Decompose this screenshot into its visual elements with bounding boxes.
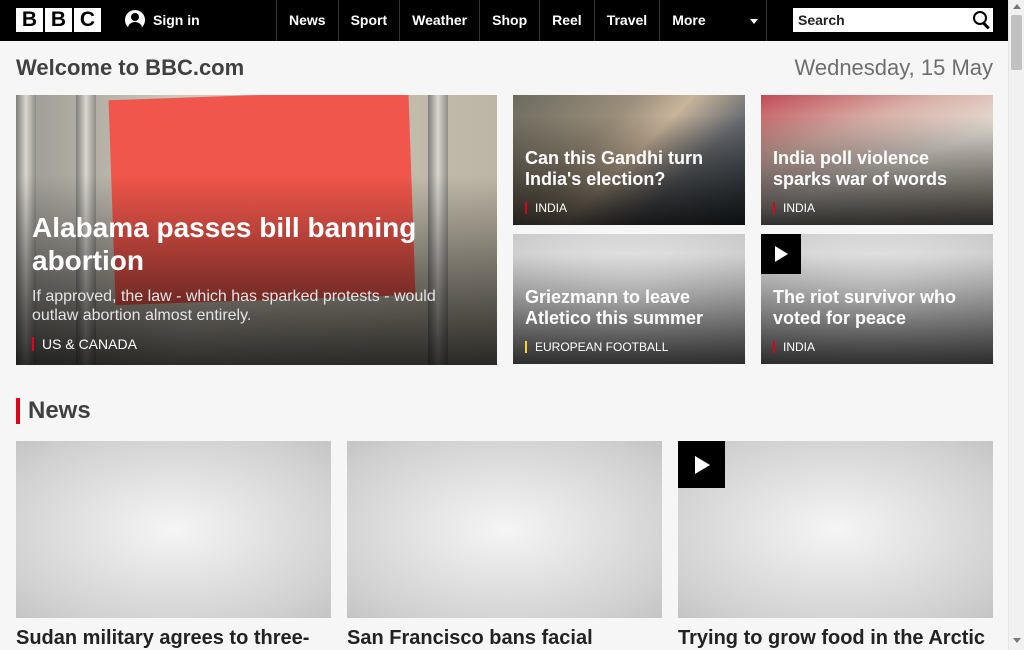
nav-weather[interactable]: Weather [399, 0, 479, 41]
scroll-up-arrow-icon[interactable] [1013, 4, 1021, 9]
user-icon [125, 10, 145, 30]
story-section-tag[interactable]: INDIA [773, 341, 815, 353]
news-image[interactable] [678, 441, 993, 618]
search-box[interactable]: Search [793, 8, 993, 32]
nav-divider [766, 0, 768, 41]
news-card[interactable]: Sudan military agrees to three- [16, 441, 331, 649]
nav-news[interactable]: News [276, 0, 338, 41]
news-headline[interactable]: Sudan military agrees to three- [16, 627, 331, 649]
story-section-tag[interactable]: INDIA [773, 202, 815, 214]
story-headline[interactable]: Can this Gandhi turn India's election? [525, 148, 740, 190]
story-card[interactable]: Can this Gandhi turn India's election? I… [513, 95, 745, 225]
story-card[interactable]: Griezmann to leave Atletico this summer … [513, 234, 745, 364]
chevron-down-icon [750, 19, 759, 24]
story-headline[interactable]: India poll violence sparks war of words [773, 148, 988, 190]
scroll-down-arrow-icon[interactable] [1013, 638, 1021, 643]
nav-shop[interactable]: Shop [479, 0, 539, 41]
nav-more-label: More [672, 12, 706, 28]
bbc-logo[interactable]: B B C [16, 8, 101, 32]
logo-letter-c: C [74, 8, 101, 32]
logo-letter-b1: B [16, 8, 43, 32]
nav-reel[interactable]: Reel [539, 0, 594, 41]
news-section-heading[interactable]: News [16, 398, 91, 424]
nav-sport[interactable]: Sport [337, 0, 400, 41]
nav-travel[interactable]: Travel [593, 0, 659, 41]
play-icon[interactable] [678, 441, 725, 488]
story-headline[interactable]: Griezmann to leave Atletico this summer [525, 287, 740, 329]
page-scrollbar[interactable] [1008, 0, 1024, 650]
sign-in-button[interactable]: Sign in [125, 10, 200, 30]
scroll-thumb[interactable] [1011, 15, 1022, 70]
hero-section-tag[interactable]: US & CANADA [32, 337, 137, 351]
search-input[interactable]: Search [798, 12, 969, 28]
story-card[interactable]: The riot survivor who voted for peace IN… [761, 234, 993, 364]
news-headline[interactable]: Trying to grow food in the Arctic [678, 627, 993, 649]
story-headline[interactable]: The riot survivor who voted for peace [773, 287, 988, 329]
current-date: Wednesday, 15 May [794, 55, 993, 80]
story-section-tag[interactable]: EUROPEAN FOOTBALL [525, 341, 668, 353]
news-headline[interactable]: San Francisco bans facial [347, 627, 662, 649]
top-navigation-bar: B B C Sign in News Sport Weather Shop Re… [0, 0, 1008, 41]
sign-in-label: Sign in [153, 12, 200, 28]
search-icon[interactable] [969, 8, 993, 32]
page-title: Welcome to BBC.com [16, 55, 245, 80]
hero-story[interactable]: Alabama passes bill banning abortion If … [16, 95, 497, 365]
news-card[interactable]: Trying to grow food in the Arctic [678, 441, 993, 649]
story-card[interactable]: India poll violence sparks war of words … [761, 95, 993, 225]
story-section-tag[interactable]: INDIA [525, 202, 567, 214]
news-card[interactable]: San Francisco bans facial [347, 441, 662, 649]
main-nav: News Sport Weather Shop Reel Travel More [276, 0, 768, 41]
news-image[interactable] [347, 441, 662, 618]
nav-more[interactable]: More [659, 0, 766, 41]
news-image[interactable] [16, 441, 331, 618]
hero-summary: If approved, the law - which has sparked… [32, 288, 436, 324]
logo-letter-b2: B [45, 8, 72, 32]
hero-headline[interactable]: Alabama passes bill banning abortion [32, 211, 452, 277]
